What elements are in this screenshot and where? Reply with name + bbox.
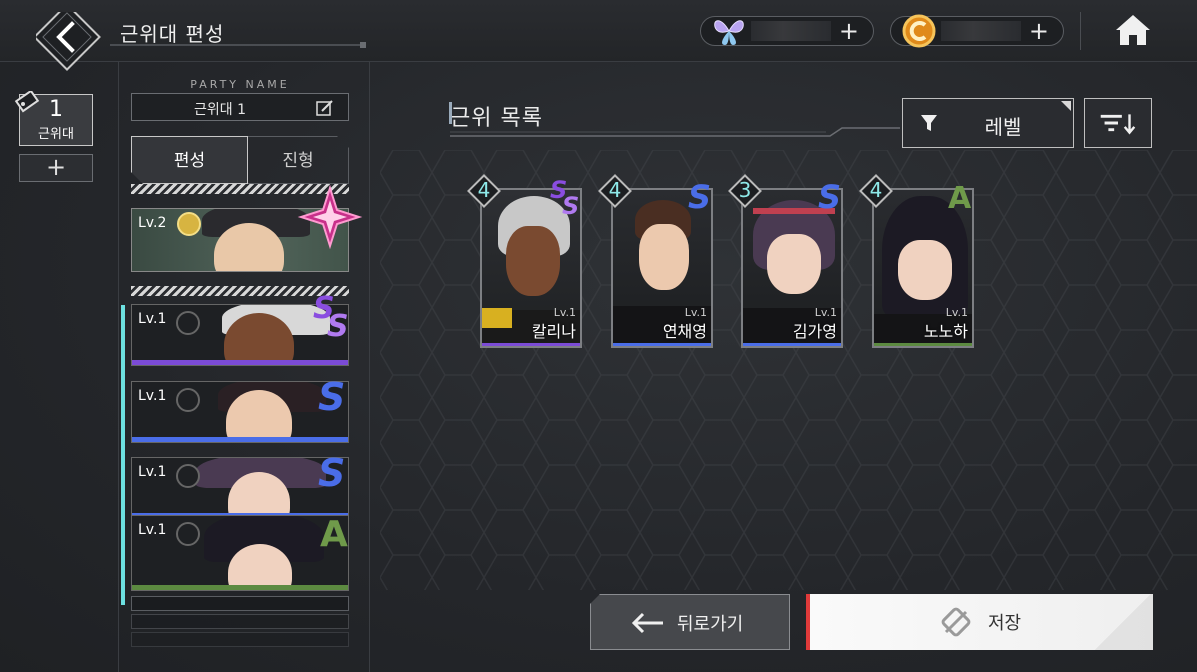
character-name: 연채영 bbox=[662, 322, 707, 341]
member-rarity-line bbox=[132, 585, 348, 590]
add-party-button[interactable]: + bbox=[19, 154, 93, 182]
member-rarity-line bbox=[132, 360, 348, 365]
tier-badge: 4 bbox=[467, 174, 501, 208]
svg-text:S: S bbox=[688, 178, 711, 216]
svg-text:S: S bbox=[327, 309, 349, 340]
save-icon bbox=[941, 607, 971, 637]
grade-s-icon: S bbox=[318, 451, 345, 494]
empty-slot[interactable] bbox=[131, 614, 349, 629]
leader-slot[interactable]: Lv.2 bbox=[131, 184, 363, 296]
topbar-divider bbox=[1080, 12, 1081, 50]
filter-label: 레벨 bbox=[984, 115, 1022, 139]
svg-text:S: S bbox=[318, 451, 345, 494]
home-icon[interactable] bbox=[1112, 12, 1154, 48]
member-rarity-line bbox=[132, 437, 348, 442]
tier-badge: 4 bbox=[859, 174, 893, 208]
svg-text:A: A bbox=[320, 514, 348, 552]
currency-gold: + bbox=[890, 14, 1064, 48]
sort-icon bbox=[1100, 114, 1136, 135]
grade-s-icon: S bbox=[318, 375, 345, 418]
party-subtabs: 편성 진형 bbox=[131, 136, 349, 184]
top-bar: 근위대 편성 + + bbox=[0, 0, 1197, 71]
currency-butterfly: + bbox=[700, 16, 874, 46]
filter-icon bbox=[921, 115, 937, 131]
party-tab-1[interactable]: 1 근위대 bbox=[14, 91, 93, 146]
member-level: Lv.1 bbox=[138, 311, 167, 327]
page-title: 근위대 편성 bbox=[120, 22, 225, 46]
tag-icon bbox=[14, 91, 40, 113]
leader-shield-badge-icon bbox=[177, 212, 201, 236]
tab-composition[interactable]: 편성 bbox=[131, 136, 248, 184]
party-name-value: 근위대 1 bbox=[194, 102, 246, 118]
grade-s-icon: S bbox=[688, 178, 711, 216]
shield-badge-icon bbox=[176, 522, 200, 546]
tier-value: 4 bbox=[869, 178, 883, 202]
tab-formation[interactable]: 진형 bbox=[248, 136, 349, 184]
tier-badge: 4 bbox=[598, 174, 632, 208]
character-name: 노노하 bbox=[923, 322, 968, 341]
party-tab-label: 근위대 bbox=[38, 127, 74, 142]
tier-badge: 3 bbox=[728, 174, 762, 208]
back-arrow-icon[interactable] bbox=[36, 12, 108, 84]
section-divider-line bbox=[450, 127, 900, 137]
member-level: Lv.1 bbox=[138, 522, 167, 538]
add-butterfly-button[interactable]: + bbox=[839, 18, 859, 44]
butterfly-icon bbox=[714, 20, 744, 45]
save-label: 저장 bbox=[988, 613, 1022, 634]
svg-text:S: S bbox=[818, 178, 841, 216]
save-button[interactable]: 저장 bbox=[806, 594, 1153, 650]
shield-badge-icon bbox=[176, 311, 200, 335]
butterfly-amount bbox=[751, 21, 831, 41]
svg-text:S: S bbox=[562, 192, 579, 218]
leader-gem-icon bbox=[297, 184, 363, 250]
tier-value: 4 bbox=[477, 178, 491, 202]
empty-slot[interactable] bbox=[131, 596, 349, 611]
title-underline bbox=[110, 42, 366, 48]
gold-coin-icon bbox=[902, 14, 936, 48]
add-gold-button[interactable]: + bbox=[1029, 18, 1049, 44]
empty-slot[interactable] bbox=[131, 632, 349, 647]
sort-button[interactable] bbox=[1084, 98, 1152, 148]
back-label: 뒤로가기 bbox=[677, 614, 744, 635]
grade-a-icon: A bbox=[320, 514, 348, 552]
party-name-label: PARTY NAME bbox=[190, 78, 290, 91]
tier-value: 4 bbox=[608, 178, 622, 202]
svg-text:S: S bbox=[318, 375, 345, 418]
grade-a-icon: A bbox=[948, 181, 972, 214]
filter-button[interactable]: 레벨 bbox=[902, 98, 1074, 148]
edit-icon[interactable] bbox=[316, 99, 334, 117]
arrow-left-icon bbox=[631, 612, 663, 634]
back-button[interactable]: 뒤로가기 bbox=[590, 594, 790, 650]
members-accent-bar bbox=[121, 305, 125, 605]
leader-level: Lv.2 bbox=[138, 215, 167, 231]
character-name: 김가영 bbox=[792, 322, 837, 341]
shield-badge-icon bbox=[176, 464, 200, 488]
character-name: 칼리나 bbox=[531, 322, 576, 341]
gold-amount bbox=[941, 21, 1021, 41]
member-level: Lv.1 bbox=[138, 388, 167, 404]
svg-text:A: A bbox=[948, 181, 972, 214]
grade-ss-icon: S S bbox=[550, 176, 579, 218]
shield-badge-icon bbox=[176, 388, 200, 412]
grade-ss-icon: S S bbox=[313, 292, 349, 340]
member-level: Lv.1 bbox=[138, 464, 167, 480]
grade-s-icon: S bbox=[818, 178, 841, 216]
party-name-field[interactable]: 근위대 1 bbox=[131, 93, 349, 121]
tier-value: 3 bbox=[738, 178, 752, 202]
